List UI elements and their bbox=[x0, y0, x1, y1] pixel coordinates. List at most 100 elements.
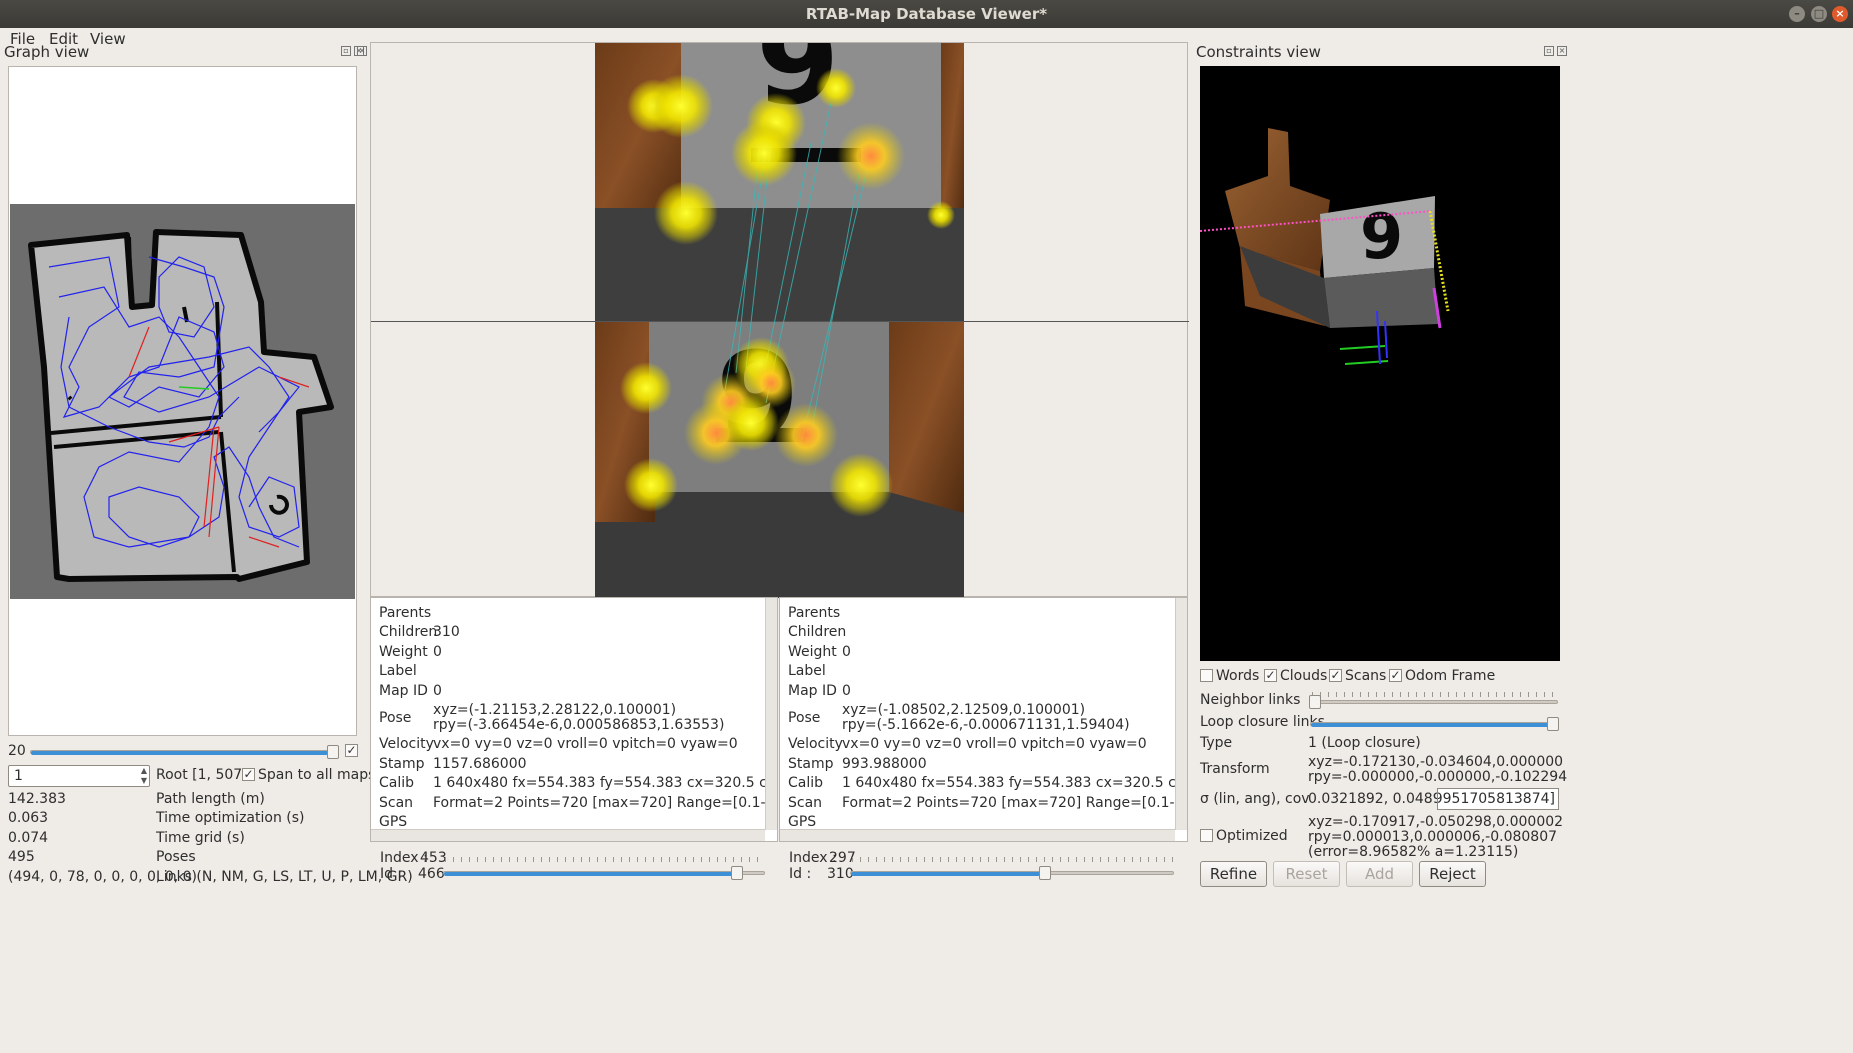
transform-xyz: xyz=-0.172130,-0.034604,0.000000 bbox=[1308, 754, 1564, 770]
float-icon[interactable]: ▫ bbox=[1544, 46, 1554, 56]
stat-label: Links (N, NM, G, LS, LT, U, P, LM, GR) bbox=[156, 869, 413, 885]
info-value: rpy=(-5.1662e-6,-0.000671131,1.59404) bbox=[842, 717, 1130, 733]
optimized-error: (error=8.96582% a=1.23115) bbox=[1308, 844, 1519, 860]
clouds-label: Clouds bbox=[1280, 668, 1328, 684]
info-value: 1 640x480 fx=554.383 fy=554.383 cx=320.5… bbox=[842, 775, 1187, 791]
constraints-3d-view[interactable]: 9 bbox=[1200, 66, 1560, 661]
span-all-maps-checkbox[interactable]: ✓ bbox=[242, 768, 255, 781]
info-key: Stamp bbox=[379, 756, 425, 772]
float-icon[interactable]: ▫ bbox=[341, 46, 351, 56]
title-bar: RTAB-Map Database Viewer* – □ × bbox=[0, 0, 1853, 28]
stat-label: Path length (m) bbox=[156, 791, 265, 807]
info-key: Weight bbox=[379, 644, 428, 660]
left-id-slider-fill bbox=[444, 872, 734, 876]
info-value: 0 bbox=[842, 644, 851, 660]
info-value: rpy=(-3.66454e-6,0.000586853,1.63553) bbox=[433, 717, 725, 733]
info-key: Pose bbox=[788, 710, 821, 726]
left-id-value: 466 bbox=[418, 866, 445, 882]
info-value: 993.988000 bbox=[842, 756, 927, 772]
info-key: Weight bbox=[788, 644, 837, 660]
left-index-value: 453 bbox=[420, 850, 447, 866]
stat-value: 0.074 bbox=[8, 830, 49, 846]
right-id-label: Id : bbox=[789, 866, 812, 882]
covariance-field[interactable]: 2399951705813874] bbox=[1437, 788, 1559, 810]
frame-axis bbox=[1344, 360, 1389, 365]
info-key: Label bbox=[788, 663, 826, 679]
constraints-view-title: Constraints view bbox=[1196, 43, 1321, 61]
frame-axis bbox=[1384, 320, 1388, 359]
minimize-icon[interactable]: – bbox=[1789, 6, 1805, 22]
covariance-value: 2399951705813874] bbox=[1438, 791, 1555, 807]
add-button[interactable]: Add bbox=[1346, 861, 1413, 887]
info-value: 1 640x480 fx=554.383 fy=554.383 cx=320.5… bbox=[433, 775, 777, 791]
close-panel-icon[interactable]: × bbox=[1557, 46, 1567, 56]
box-digit: 9 bbox=[1360, 200, 1403, 273]
spin-arrows-icon[interactable]: ▲ ▼ bbox=[141, 766, 147, 786]
constraints-cloud[interactable]: 9 bbox=[1200, 66, 1560, 661]
info-value: vx=0 vy=0 vz=0 vroll=0 vpitch=0 vyaw=0 bbox=[433, 736, 738, 752]
info-key: GPS bbox=[788, 814, 817, 830]
loop-closure-links-slider-fill bbox=[1311, 723, 1551, 727]
type-label: Type bbox=[1200, 735, 1233, 751]
close-icon[interactable]: × bbox=[1832, 6, 1848, 22]
info-key: Velocity bbox=[379, 736, 434, 752]
right-id-slider-fill bbox=[851, 872, 1043, 876]
reject-button[interactable]: Reject bbox=[1419, 861, 1486, 887]
info-value: 1157.686000 bbox=[433, 756, 527, 772]
occupancy-map[interactable] bbox=[9, 67, 356, 735]
horizontal-scrollbar[interactable] bbox=[371, 829, 765, 841]
info-key: Scan bbox=[379, 795, 414, 811]
right-index-ticks bbox=[852, 857, 1174, 862]
neighbor-links-slider-handle[interactable] bbox=[1309, 695, 1321, 709]
neighbor-links-slider[interactable] bbox=[1310, 700, 1558, 704]
graph-slider-fill bbox=[31, 751, 328, 755]
graph-slider-checkbox[interactable]: ✓ bbox=[345, 744, 358, 757]
stat-label: Time grid (s) bbox=[156, 830, 245, 846]
root-spinbox[interactable]: 1 ▲ ▼ bbox=[8, 765, 150, 787]
root-spinbox-value: 1 bbox=[14, 768, 23, 784]
info-key: Parents bbox=[788, 605, 841, 621]
window-title: RTAB-Map Database Viewer* bbox=[805, 5, 1048, 23]
odom-frame-label: Odom Frame bbox=[1405, 668, 1496, 684]
neighbor-links-ticks bbox=[1312, 692, 1556, 697]
stat-label: Poses bbox=[156, 849, 196, 865]
graph-slider-handle[interactable] bbox=[327, 745, 339, 759]
right-node-info[interactable]: Parents Children Weight 0 Label Map ID 0… bbox=[779, 597, 1188, 842]
vertical-scrollbar[interactable] bbox=[1175, 598, 1187, 830]
neighbor-links-label: Neighbor links bbox=[1200, 692, 1301, 708]
info-key: Children bbox=[379, 624, 438, 640]
stat-value: 142.383 bbox=[8, 791, 66, 807]
horizontal-scrollbar[interactable] bbox=[780, 829, 1175, 841]
info-key: GPS bbox=[379, 814, 408, 830]
optimized-label: Optimized bbox=[1216, 828, 1288, 844]
optimized-checkbox[interactable] bbox=[1200, 829, 1213, 842]
vertical-scrollbar[interactable] bbox=[765, 598, 777, 830]
info-key: Map ID bbox=[788, 683, 837, 699]
left-node-info[interactable]: Parents Children 310 Weight 0 Label Map … bbox=[370, 597, 778, 842]
refine-button[interactable]: Refine bbox=[1200, 861, 1267, 887]
info-value: Format=2 Points=720 [max=720] Range=[0.1… bbox=[433, 795, 777, 811]
scans-checkbox[interactable]: ✓ bbox=[1329, 669, 1342, 682]
info-value: xyz=(-1.08502,2.12509,0.100001) bbox=[842, 702, 1086, 718]
right-id-slider-handle[interactable] bbox=[1039, 866, 1051, 880]
sigma-label: σ (lin, ang), cov bbox=[1200, 791, 1310, 807]
feature-match-canvas[interactable]: 9 9 bbox=[371, 43, 1189, 598]
loop-closure-links-slider-handle[interactable] bbox=[1547, 717, 1559, 731]
info-value: 310 bbox=[433, 624, 460, 640]
reset-button[interactable]: Reset bbox=[1273, 861, 1340, 887]
menu-view[interactable]: View bbox=[90, 30, 126, 48]
maximize-icon[interactable]: □ bbox=[1811, 6, 1827, 22]
odom-frame-checkbox[interactable]: ✓ bbox=[1389, 669, 1402, 682]
words-checkbox[interactable] bbox=[1200, 669, 1213, 682]
info-value: xyz=(-1.21153,2.28122,0.100001) bbox=[433, 702, 677, 718]
clouds-checkbox[interactable]: ✓ bbox=[1264, 669, 1277, 682]
graph-canvas[interactable] bbox=[8, 66, 357, 736]
info-key: Calib bbox=[379, 775, 415, 791]
info-value: vx=0 vy=0 vz=0 vroll=0 vpitch=0 vyaw=0 bbox=[842, 736, 1147, 752]
span-all-maps-label: Span to all maps bbox=[258, 767, 376, 783]
info-key: Children bbox=[788, 624, 847, 640]
left-id-slider-handle[interactable] bbox=[731, 866, 743, 880]
optimized-rpy: rpy=0.000013,0.000006,-0.080807 bbox=[1308, 829, 1558, 845]
info-key: Label bbox=[379, 663, 417, 679]
float-icon[interactable]: × bbox=[357, 46, 367, 56]
